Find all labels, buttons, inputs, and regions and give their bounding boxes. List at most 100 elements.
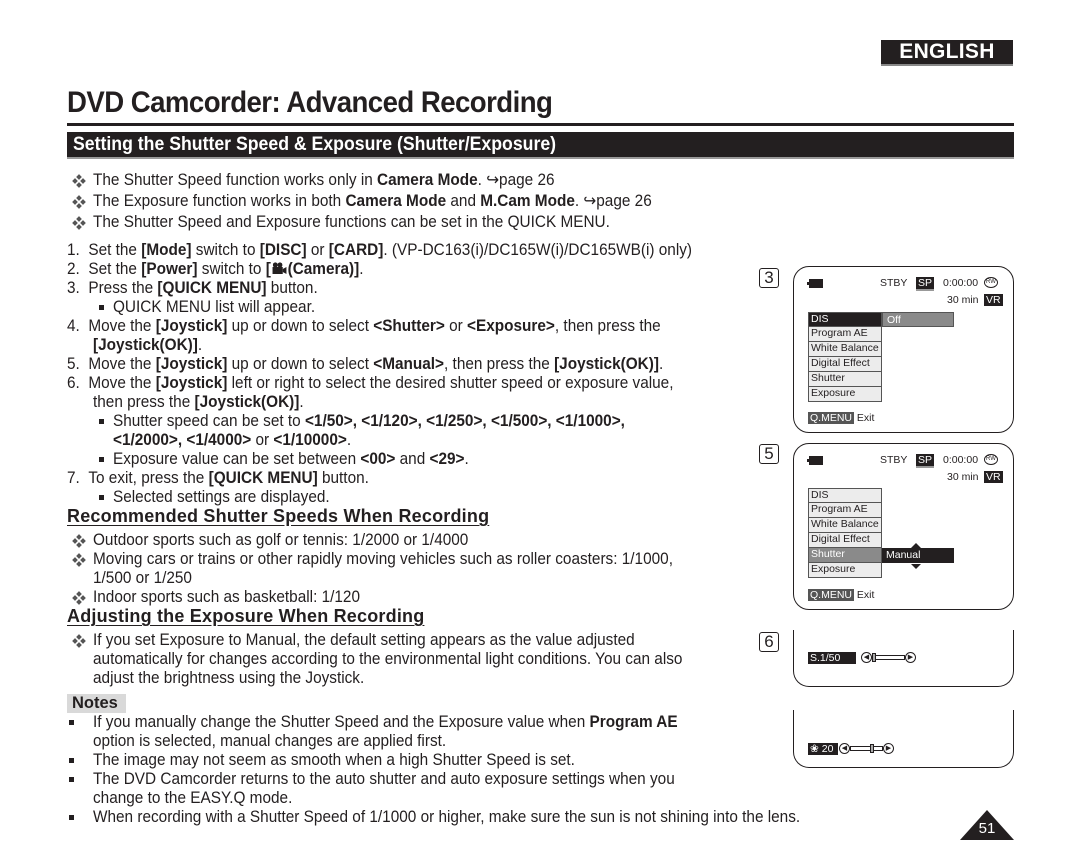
note-2: The image may not seem as smooth when a … [93, 751, 575, 769]
submenu-value[interactable]: Manual [882, 548, 954, 563]
menu-item-dis[interactable]: DIS [808, 488, 882, 503]
intro-bullet-1: The Shutter Speed function works only in… [93, 171, 555, 189]
exposure-value-label: ❀ 20 [808, 743, 838, 755]
diamond-bullet-icon [72, 591, 86, 605]
battery-icon [807, 279, 823, 288]
menu-item-shutter[interactable]: Shutter [808, 372, 882, 387]
status-text: STBY [880, 454, 908, 466]
step-2: 2. Set the [Power] switch to [(Camera)]. [67, 260, 364, 278]
step-6-sub-1-cont: <1/2000>, <1/4000> or <1/10000>. [113, 431, 352, 449]
adjusting-line: If you set Exposure to Manual, the defau… [93, 631, 635, 649]
quality-badge: SP [916, 277, 935, 291]
right-arrow-icon[interactable]: ▶ [905, 652, 916, 663]
menu-item-dis[interactable]: DIS [808, 312, 882, 327]
step-5: 5. Move the [Joystick] up or down to sel… [67, 355, 664, 373]
menu-item-program-ae[interactable]: Program AE [808, 503, 882, 518]
square-bullet-icon [69, 720, 74, 725]
step-6-cont: then press the [Joystick(OK)]. [93, 393, 304, 411]
step-6-sub-2: Exposure value can be set between <00> a… [113, 450, 469, 468]
menu-item-exposure[interactable]: Exposure [808, 387, 882, 402]
menu-item-white-balance[interactable]: White Balance [808, 342, 882, 357]
submenu-value[interactable]: Off [882, 312, 954, 327]
intro-bullet-3: The Shutter Speed and Exposure functions… [93, 213, 610, 231]
adjusting-line: adjust the brightness using the Joystick… [93, 669, 365, 687]
note-3: The DVD Camcorder returns to the auto sh… [93, 770, 675, 788]
quality-badge: SP [916, 454, 935, 468]
status-text: STBY [880, 277, 908, 289]
menu-item-digital-effect[interactable]: Digital Effect [808, 357, 882, 372]
square-bullet-icon [99, 457, 104, 462]
recommended-item-cont: 1/500 or 1/250 [93, 569, 192, 587]
square-bullet-icon [69, 758, 74, 763]
section-title: Setting the Shutter Speed & Exposure (Sh… [73, 133, 557, 155]
shutter-slider[interactable]: ◀ ▶ [861, 652, 916, 664]
step-7: 7. To exit, press the [QUICK MENU] butto… [67, 469, 369, 487]
square-bullet-icon [99, 305, 104, 310]
exposure-slider[interactable]: ◀ ▶ [839, 743, 894, 755]
right-arrow-icon[interactable]: ▶ [883, 743, 894, 754]
disc-type-icon: RW [984, 453, 998, 465]
lcd-screen-step-6-exposure: ❀ 20 ◀ ▶ [793, 710, 1014, 768]
camera-icon [272, 261, 287, 274]
exit-hint: Q.MENU Exit [808, 412, 875, 424]
recommended-item: Indoor sports such as basketball: 1/120 [93, 588, 360, 606]
diamond-bullet-icon [72, 174, 86, 188]
note-1: If you manually change the Shutter Speed… [93, 713, 678, 731]
qmenu-key: Q.MENU [808, 412, 854, 424]
step-6: 6. Move the [Joystick] left or right to … [67, 374, 674, 392]
timecode: 0:00:00 [943, 277, 979, 289]
menu-item-program-ae[interactable]: Program AE [808, 327, 882, 342]
menu-item-white-balance[interactable]: White Balance [808, 518, 882, 533]
slider-track [850, 746, 883, 751]
diamond-bullet-icon [72, 634, 86, 648]
diamond-bullet-icon [72, 553, 86, 567]
slider-knob[interactable] [872, 653, 876, 662]
exit-hint: Q.MENU Exit [808, 589, 875, 601]
notes-label: Notes [67, 694, 126, 713]
shutter-value-label: S.1/50 [808, 652, 856, 664]
title-divider [67, 123, 1014, 126]
step-6-sub-1: Shutter speed can be set to <1/50>, <1/1… [113, 412, 625, 430]
disc-type-icon: RW [984, 276, 998, 288]
recommended-item: Outdoor sports such as golf or tennis: 1… [93, 531, 469, 549]
menu-item-exposure[interactable]: Exposure [808, 563, 882, 578]
menu-item-digital-effect[interactable]: Digital Effect [808, 533, 882, 548]
step-4-cont: [Joystick(OK)]. [93, 336, 203, 354]
page-title: DVD Camcorder: Advanced Recording [67, 86, 553, 119]
slider-track [872, 655, 905, 660]
step-number-badge: 6 [759, 632, 779, 652]
adjusting-line: automatically for changes according to t… [93, 650, 683, 668]
step-1: 1. Set the [Mode] switch to [DISC] or [C… [67, 241, 693, 259]
battery-icon [807, 456, 823, 465]
page-reference-link[interactable]: ↪page 26 [486, 171, 554, 189]
timecode: 0:00:00 [943, 454, 979, 466]
diamond-bullet-icon [72, 195, 86, 209]
qmenu-key: Q.MENU [808, 589, 854, 601]
left-arrow-icon[interactable]: ◀ [861, 652, 872, 663]
step-3: 3. Press the [QUICK MENU] button. [67, 279, 318, 297]
lcd-screen-step-3: STBY SP 0:00:00 RW 30 min VR DIS Program… [793, 266, 1014, 433]
format-badge: VR [984, 471, 1003, 483]
note-1-cont: option is selected, manual changes are a… [93, 732, 447, 750]
down-arrow-icon [911, 564, 921, 569]
page-number: 51 [978, 820, 996, 837]
square-bullet-icon [99, 495, 104, 500]
page-reference-link[interactable]: ↪page 26 [583, 192, 651, 210]
language-badge: ENGLISH [881, 40, 1013, 66]
recommended-heading: Recommended Shutter Speeds When Recordin… [67, 506, 490, 526]
menu-item-shutter[interactable]: Shutter [808, 548, 882, 563]
lcd-screen-step-6-shutter: S.1/50 ◀ ▶ [793, 630, 1014, 687]
square-bullet-icon [69, 815, 74, 820]
format-badge: VR [984, 294, 1003, 306]
aperture-icon: ❀ [810, 743, 819, 755]
left-arrow-icon[interactable]: ◀ [839, 743, 850, 754]
step-number-badge: 5 [759, 444, 779, 464]
quick-menu: DIS Program AE White Balance Digital Eff… [808, 488, 882, 578]
lcd-screen-step-5: STBY SP 0:00:00 RW 30 min VR DIS Program… [793, 443, 1014, 610]
intro-bullet-2: The Exposure function works in both Came… [93, 192, 652, 210]
diamond-bullet-icon [72, 534, 86, 548]
note-3-cont: change to the EASY.Q mode. [93, 789, 293, 807]
square-bullet-icon [69, 777, 74, 782]
slider-knob[interactable] [870, 744, 874, 753]
square-bullet-icon [99, 419, 104, 424]
